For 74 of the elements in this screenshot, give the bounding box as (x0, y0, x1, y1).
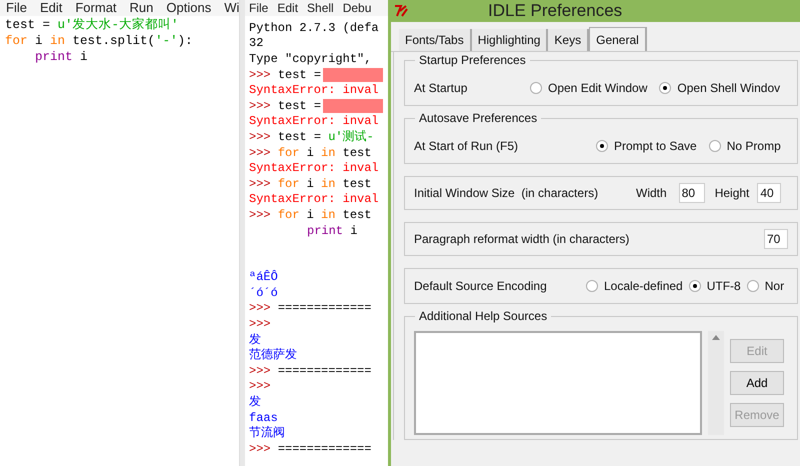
code-line: >>> for i in test (249, 206, 372, 224)
radio-option[interactable]: Open Shell Windov (659, 79, 780, 97)
code-line: >>> ============= (249, 300, 372, 318)
radio-button[interactable] (659, 82, 672, 94)
group-title: Additional Help Sources (415, 308, 552, 324)
code-line: >>> (249, 378, 271, 396)
code-line: 范德萨发 (249, 347, 297, 364)
code-line: >>> test = (249, 98, 322, 115)
menu-item[interactable]: Debu (342, 0, 372, 17)
input-field[interactable]: 40 (757, 183, 782, 203)
menu-item[interactable]: Edit (40, 0, 62, 18)
code-line: SyntaxError: inval (249, 113, 379, 130)
radio-option[interactable]: UTF-8 (688, 277, 741, 295)
field-label: Default Source Encoding (414, 278, 548, 295)
list-box[interactable] (414, 331, 702, 435)
radio-button[interactable] (688, 280, 701, 292)
menu-item[interactable]: Edit (277, 0, 298, 17)
radio-button[interactable] (746, 280, 759, 292)
field-label: Width (636, 185, 667, 202)
scrollbar[interactable] (708, 331, 724, 435)
code-line: >>> ============= (249, 362, 372, 380)
tab[interactable]: General (589, 27, 647, 51)
radio-option[interactable]: Prompt to Save (596, 137, 697, 155)
code-line: >>> for i in test (249, 144, 372, 162)
radio-button[interactable] (708, 140, 721, 152)
code-line: >>> test = (249, 66, 322, 84)
radio-option[interactable]: Nor (746, 277, 784, 295)
input-field[interactable]: 80 (678, 183, 705, 203)
menu-item[interactable]: Run (130, 0, 154, 18)
code-line: print i (307, 222, 358, 240)
window-title: IDLE Preferences (488, 0, 622, 22)
action-button[interactable]: Add (730, 371, 784, 395)
code-line: 节流阀 (249, 425, 285, 442)
radio-option[interactable]: Open Edit Window (530, 79, 648, 97)
code-line: ªáÊÔ (249, 269, 278, 286)
field-label: At Startup (414, 80, 468, 97)
field-label: Height (714, 185, 750, 202)
menu-item[interactable]: File (6, 0, 27, 18)
code-line: >>> (249, 316, 271, 334)
code-line: >>> test = u'测试- (249, 128, 374, 146)
radio-option[interactable]: Locale-defined (586, 277, 683, 295)
code-line: for i in test.split('-'): (5, 33, 193, 50)
field-label: Paragraph reformat width (in characters) (414, 231, 630, 248)
field-label: At Start of Run (F5) (414, 138, 520, 155)
group-title: Startup Preferences (415, 52, 530, 68)
code-line: Type "copyright", (249, 50, 372, 68)
code-line: >>> for i in test (249, 176, 372, 193)
input-field[interactable]: 70 (764, 229, 788, 249)
code-line: >>> ============= (249, 440, 372, 458)
menu-item[interactable]: Shell (307, 0, 334, 17)
code-line: print i (35, 48, 88, 66)
menu-item[interactable]: File (249, 0, 268, 17)
menu-item[interactable]: Wi (224, 0, 240, 18)
menu-item[interactable]: Options (166, 0, 212, 18)
field-label: Initial Window Size (in characters) (414, 185, 600, 202)
radio-button[interactable] (586, 280, 598, 292)
tab[interactable]: Keys (548, 29, 590, 51)
radio-button[interactable] (530, 82, 542, 94)
radio-option[interactable]: No Promp (708, 137, 781, 155)
code-line: SyntaxError: inval (249, 160, 379, 178)
code-line: SyntaxError: inval (249, 82, 379, 100)
tab[interactable]: Fonts/Tabs (399, 29, 472, 51)
menu-item[interactable]: Format (75, 0, 117, 18)
code-line: 发 (249, 394, 261, 412)
radio-button[interactable] (596, 140, 608, 152)
code-line: SyntaxError: inval (249, 191, 379, 208)
code-line: 32 (249, 35, 264, 52)
code-line: faas (249, 410, 278, 426)
code-line: ´ó´ó (249, 284, 278, 302)
tab[interactable]: Highlighting (472, 29, 548, 51)
code-line: test = u'发大水-大家都叫' (5, 16, 179, 34)
code-line: 发 (249, 332, 261, 348)
code-line: Python 2.7.3 (defa (249, 20, 379, 37)
up-arrow-icon[interactable] (712, 335, 720, 340)
